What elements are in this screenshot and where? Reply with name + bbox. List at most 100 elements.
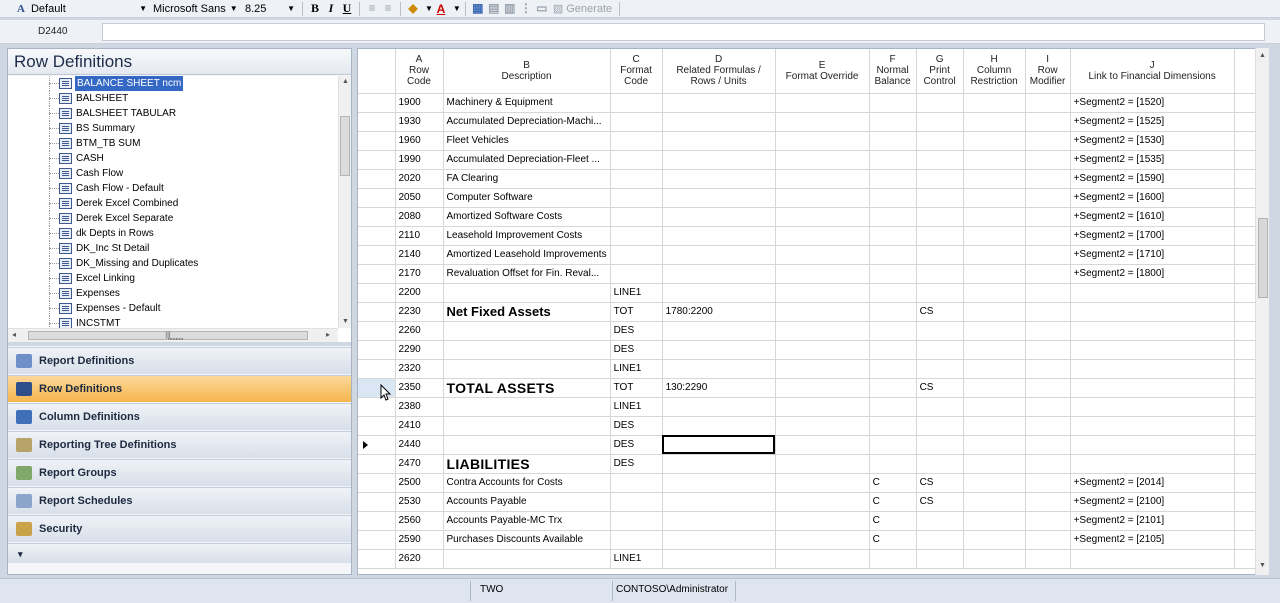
grid-cell[interactable] — [662, 435, 776, 455]
grid-cell[interactable] — [443, 549, 611, 569]
grid-cell[interactable]: +Segment2 = [1800] — [1070, 264, 1235, 284]
grid-cell[interactable] — [963, 302, 1026, 322]
grid-cell[interactable] — [1025, 264, 1071, 284]
grid-cell[interactable]: C — [869, 530, 917, 550]
grid-cell[interactable] — [916, 359, 964, 379]
table-row[interactable]: 2380 LINE1 — [358, 397, 1262, 417]
nav-report-definitions[interactable]: Report Definitions — [8, 347, 351, 374]
grid-cell[interactable] — [916, 169, 964, 189]
grid-cell[interactable]: 130:2290 — [662, 378, 776, 398]
tree-item[interactable]: Expenses — [8, 286, 338, 301]
grid-cell[interactable] — [610, 112, 663, 132]
grid-cell[interactable] — [1070, 549, 1235, 569]
grid-cell[interactable] — [775, 112, 870, 132]
row-selector[interactable] — [358, 511, 396, 531]
grid-cell[interactable]: 2560 — [395, 511, 444, 531]
grid-cell[interactable] — [1025, 188, 1071, 208]
table-row[interactable]: 2410 DES — [358, 416, 1262, 436]
grid-cell[interactable] — [662, 340, 776, 360]
chevron-down-icon[interactable]: ▼ — [453, 4, 461, 13]
grid-cell[interactable] — [1025, 454, 1071, 474]
grid-cell[interactable]: Leasehold Improvement Costs — [443, 226, 611, 246]
row-selector[interactable] — [358, 435, 396, 455]
grid-cell[interactable] — [916, 397, 964, 417]
grid-cell[interactable] — [610, 264, 663, 284]
grid-cell[interactable] — [1025, 340, 1071, 360]
grid-cell[interactable] — [443, 435, 611, 455]
grid-cell[interactable]: 2050 — [395, 188, 444, 208]
column-header[interactable]: A Row Code — [395, 49, 444, 94]
grid-cell[interactable]: Computer Software — [443, 188, 611, 208]
insert-column-icon[interactable]: ▥ — [502, 1, 518, 17]
grid-cell[interactable]: C — [869, 473, 917, 493]
tree-item[interactable]: Expenses - Default — [8, 301, 338, 316]
grid-cell[interactable]: +Segment2 = [1530] — [1070, 131, 1235, 151]
row-selector[interactable] — [358, 93, 396, 113]
column-header[interactable]: E Format Override — [775, 49, 870, 94]
grid-cell[interactable] — [963, 93, 1026, 113]
cell-formula-input[interactable] — [102, 23, 1265, 41]
grid-cell[interactable] — [963, 511, 1026, 531]
grid-cell[interactable] — [869, 340, 917, 360]
nav-security[interactable]: Security — [8, 515, 351, 542]
grid-cell[interactable] — [916, 416, 964, 436]
column-header[interactable]: B Description — [443, 49, 611, 94]
grid-cell[interactable] — [1070, 302, 1235, 322]
grid-cell[interactable]: DES — [610, 321, 663, 341]
grid-cell[interactable] — [869, 169, 917, 189]
grid-cell[interactable] — [775, 169, 870, 189]
row-selector[interactable] — [358, 112, 396, 132]
grid-cell[interactable] — [1025, 549, 1071, 569]
row-selector[interactable] — [358, 473, 396, 493]
font-size-dropdown[interactable]: 8.25 ▼ — [242, 0, 298, 18]
grid-cell[interactable]: 2020 — [395, 169, 444, 189]
grid-cell[interactable]: Revaluation Offset for Fin. Reval... — [443, 264, 611, 284]
grid-cell[interactable] — [775, 207, 870, 227]
grid-cell[interactable]: 1990 — [395, 150, 444, 170]
column-header[interactable]: I Row Modifier — [1025, 49, 1071, 94]
indent-icon[interactable]: ≡ — [380, 1, 396, 17]
grid-cell[interactable] — [775, 188, 870, 208]
grid-cell[interactable] — [610, 188, 663, 208]
row-selector[interactable] — [358, 416, 396, 436]
row-selector[interactable] — [358, 454, 396, 474]
grid-cell[interactable] — [869, 378, 917, 398]
grid-cell[interactable] — [775, 454, 870, 474]
grid-cell[interactable] — [869, 321, 917, 341]
column-header[interactable]: G Print Control — [916, 49, 964, 94]
grid-cell[interactable]: LINE1 — [610, 283, 663, 303]
grid-cell[interactable] — [963, 207, 1026, 227]
grid-cell[interactable] — [662, 245, 776, 265]
grid-cell[interactable]: 2230 — [395, 302, 444, 322]
grid-cell[interactable] — [1025, 359, 1071, 379]
table-row[interactable]: 2530 Accounts Payable C CS +Segment2 = [2100… — [358, 492, 1262, 512]
grid-cell[interactable] — [775, 549, 870, 569]
grid-cell[interactable] — [916, 435, 964, 455]
grid-cell[interactable]: FA Clearing — [443, 169, 611, 189]
table-row[interactable]: 2260 DES — [358, 321, 1262, 341]
table-row[interactable]: 2290 DES — [358, 340, 1262, 360]
row-selector[interactable] — [358, 302, 396, 322]
tree-item[interactable]: Cash Flow — [8, 166, 338, 181]
grid-cell[interactable] — [443, 283, 611, 303]
grid-cell[interactable]: Fleet Vehicles — [443, 131, 611, 151]
grid-cell[interactable] — [610, 169, 663, 189]
tree-item[interactable]: BTM_TB SUM — [8, 136, 338, 151]
grid-cell[interactable]: TOT — [610, 302, 663, 322]
row-selector[interactable] — [358, 169, 396, 189]
grid-cell[interactable] — [1025, 416, 1071, 436]
grid-cell[interactable] — [963, 283, 1026, 303]
grid-cell[interactable] — [662, 188, 776, 208]
grid-cell[interactable] — [916, 530, 964, 550]
grid-cell[interactable] — [869, 416, 917, 436]
table-row[interactable]: 2620 LINE1 — [358, 549, 1262, 569]
font-color-icon[interactable]: A — [433, 1, 449, 17]
row-selector[interactable] — [358, 549, 396, 569]
grid-cell[interactable] — [1025, 530, 1071, 550]
grid-cell[interactable]: Accounts Payable — [443, 492, 611, 512]
grid-cell[interactable] — [775, 530, 870, 550]
grid-cell[interactable] — [775, 435, 870, 455]
grid-cell[interactable] — [963, 131, 1026, 151]
grid-cell[interactable] — [869, 93, 917, 113]
grid-cell[interactable] — [963, 435, 1026, 455]
